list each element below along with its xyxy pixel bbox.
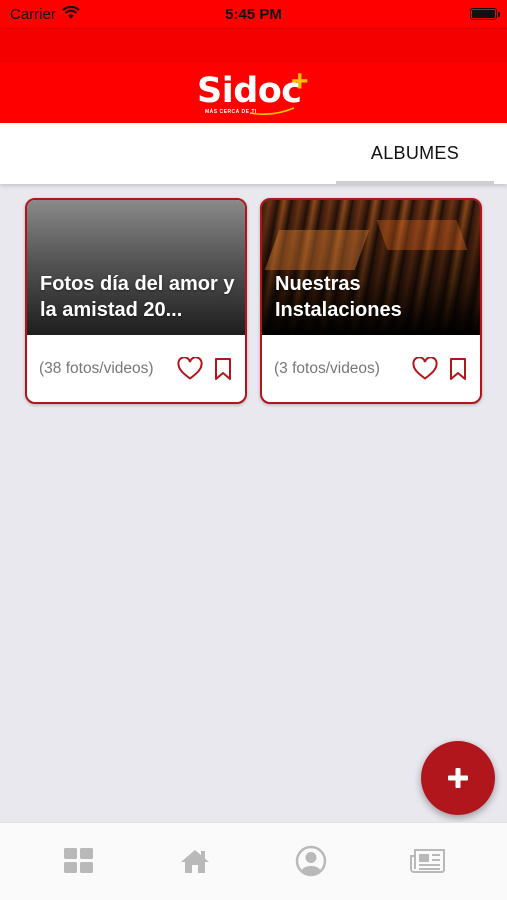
battery-icon	[470, 8, 500, 20]
nav-home-button[interactable]	[175, 841, 215, 881]
album-count: (3 fotos/videos)	[274, 359, 380, 377]
logo-swoosh-icon	[249, 107, 295, 115]
album-footer: (3 fotos/videos)	[262, 335, 480, 402]
nav-news-button[interactable]	[408, 841, 448, 881]
album-count: (38 fotos/videos)	[39, 359, 154, 377]
album-actions	[177, 356, 233, 381]
status-left: Carrier	[10, 5, 80, 23]
album-title: Nuestras Instalaciones	[275, 273, 402, 321]
heart-icon[interactable]	[412, 356, 438, 381]
bookmark-icon[interactable]	[448, 357, 468, 381]
app-logo: Sidoc	[197, 71, 302, 111]
tab-albumes[interactable]: ALBUMES	[336, 123, 494, 184]
status-bar: Carrier 5:45 PM	[0, 0, 507, 28]
album-cover-image: Fotos día del amor y la amistad 20...	[27, 200, 245, 335]
plus-icon	[448, 768, 468, 788]
grid-icon	[64, 848, 93, 873]
app-header: Sidoc + MÁS CERCA DE TI	[0, 28, 507, 123]
album-footer: (38 fotos/videos)	[27, 335, 245, 402]
album-cover-image: Nuestras Instalaciones	[262, 200, 480, 335]
album-card[interactable]: Fotos día del amor y la amistad 20... (3…	[25, 198, 247, 404]
album-card[interactable]: Nuestras Instalaciones (3 fotos/videos)	[260, 198, 482, 404]
tab-indicator	[336, 181, 494, 184]
carrier-label: Carrier	[10, 5, 56, 23]
album-actions	[412, 356, 468, 381]
newspaper-icon	[410, 849, 445, 873]
bookmark-icon[interactable]	[213, 357, 233, 381]
nav-profile-button[interactable]	[291, 841, 331, 881]
album-title: Fotos día del amor y la amistad 20...	[40, 273, 235, 321]
bottom-nav	[0, 822, 507, 900]
home-icon	[181, 850, 209, 873]
tab-bar: ALBUMES	[0, 123, 507, 184]
add-album-button[interactable]	[421, 741, 495, 815]
nav-grid-button[interactable]	[59, 841, 99, 881]
logo-plus-icon: +	[291, 65, 309, 98]
wifi-icon	[62, 5, 80, 23]
header-shade	[0, 29, 507, 63]
profile-icon	[295, 845, 327, 877]
heart-icon[interactable]	[177, 356, 203, 381]
